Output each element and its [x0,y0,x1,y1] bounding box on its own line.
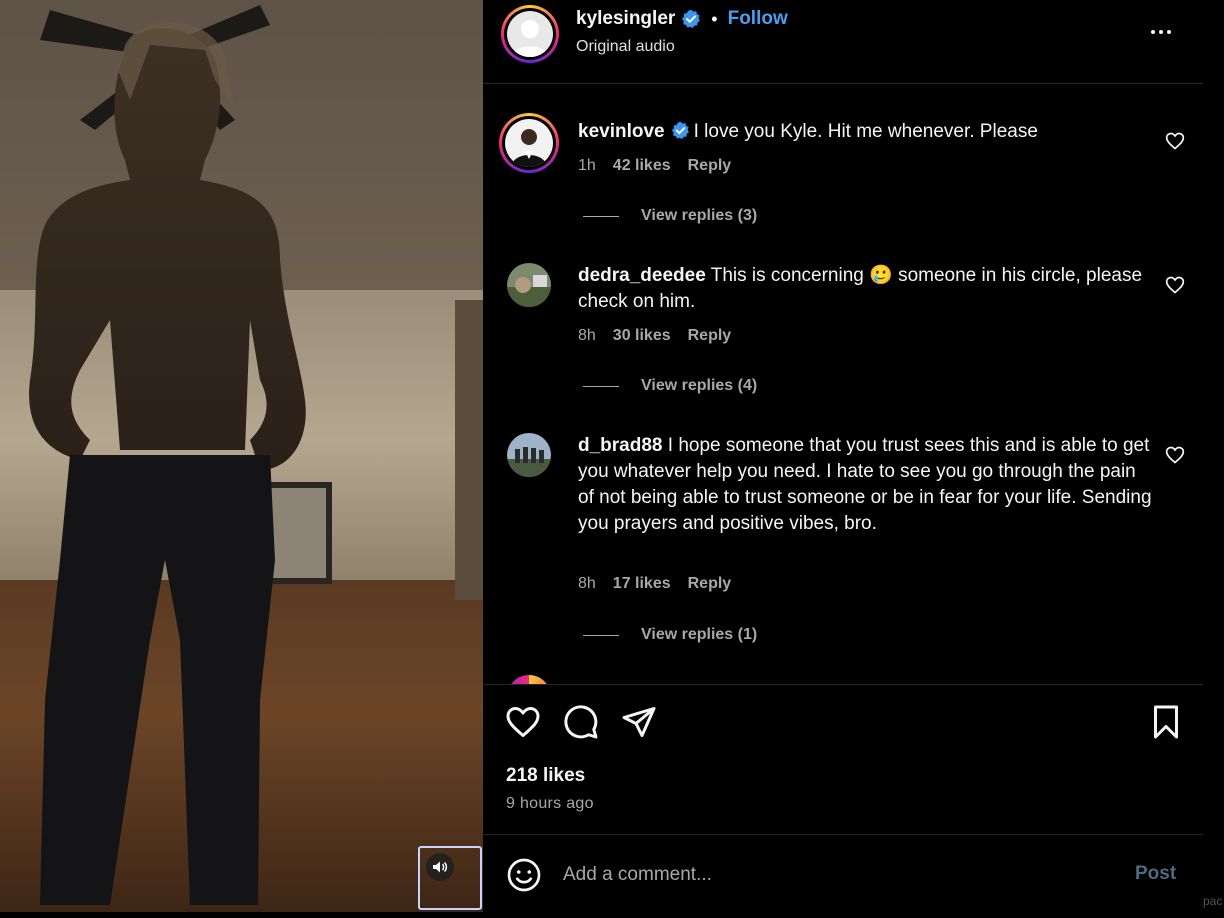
replies-divider-line [583,215,619,217]
heart-icon[interactable] [1165,131,1185,151]
more-horizontal-icon[interactable] [1151,22,1179,42]
view-replies-label: View replies (3) [641,207,758,224]
person-silhouette [29,21,306,905]
comment-body: I hope someone that you trust sees this … [578,435,1152,534]
post-header: kylesingler • Follow Original audio [483,0,1203,84]
heart-icon[interactable] [1165,445,1185,465]
video-doorframe [455,300,483,600]
verified-badge-icon [681,9,701,29]
reply-button[interactable]: Reply [688,157,732,175]
separator-dot: • [711,8,718,29]
comment-time: 1h [578,157,596,174]
author-username[interactable]: kylesingler [576,8,675,30]
dedra-avatar-icon [507,263,551,307]
comment-meta: 8h 30 likes Reply [578,327,731,345]
comment-likes[interactable]: 42 likes [613,157,671,175]
comment-time: 8h [578,575,596,592]
heart-icon[interactable] [1165,275,1185,295]
comment-body: I love you Kyle. Hit me whenever. Please [693,121,1038,142]
comment-meta: 8h 17 likes Reply [578,575,731,593]
like-heart-icon[interactable] [505,704,541,740]
view-replies-label: View replies (4) [641,377,758,394]
comment-username[interactable]: dedra_deedee [578,265,706,286]
comment-input[interactable] [563,857,1103,893]
comment-avatar[interactable] [499,113,559,173]
comment-likes[interactable]: 17 likes [613,575,671,593]
bookmark-save-icon[interactable] [1148,704,1184,740]
comment-bubble-icon[interactable] [563,704,599,740]
comment-avatar[interactable] [507,263,551,307]
reel-video[interactable] [0,0,483,912]
view-replies-button[interactable]: View replies (3) [583,207,757,225]
next-comment-avatar[interactable] [507,675,551,684]
comment-meta: 1h 42 likes Reply [578,157,731,175]
post-comment-button[interactable]: Post [1135,863,1176,885]
comment-avatar[interactable] [507,433,551,477]
view-replies-button[interactable]: View replies (1) [583,626,757,644]
default-avatar-icon [512,20,548,57]
share-paper-plane-icon[interactable] [621,704,657,740]
follow-button[interactable]: Follow [728,8,788,30]
add-comment-bar: Post [483,834,1203,914]
comment-username[interactable]: kevinlove [578,121,665,142]
page-edge: pac [1203,0,1224,918]
speaker-icon [426,853,454,881]
edge-text: pac [1203,894,1223,908]
likes-count[interactable]: 218 likes [506,765,585,787]
comment-time: 8h [578,327,596,344]
post-actions-bar [483,700,1203,746]
comment-text: kevinlove I love you Kyle. Hit me wheneve… [578,119,1153,145]
view-replies-label: View replies (1) [641,626,758,643]
replies-divider-line [583,634,619,636]
comment-username[interactable]: d_brad88 [578,435,662,456]
comments-list[interactable]: kevinlove I love you Kyle. Hit me wheneve… [483,85,1203,685]
mute-toggle-button[interactable] [418,846,482,910]
author-avatar[interactable] [501,5,559,63]
verified-badge-icon [671,121,690,140]
comment-text: dedra_deedee This is concerning 🥲 someon… [578,263,1153,315]
reply-button[interactable]: Reply [688,575,732,593]
post-side-panel: kylesingler • Follow Original audio kevi… [483,0,1224,918]
comment-likes[interactable]: 30 likes [613,327,671,345]
view-replies-button[interactable]: View replies (4) [583,377,757,395]
original-audio-link[interactable]: Original audio [576,38,675,56]
kevinlove-avatar-icon [511,129,547,167]
reply-button[interactable]: Reply [688,327,732,345]
emoji-smiley-icon[interactable] [506,857,542,893]
replies-divider-line [583,385,619,387]
author-row: kylesingler • Follow [576,8,788,30]
post-timestamp[interactable]: 9 hours ago [506,795,594,813]
comment-text: d_brad88 I hope someone that you trust s… [578,433,1153,537]
d-brad-avatar-icon [507,433,551,477]
